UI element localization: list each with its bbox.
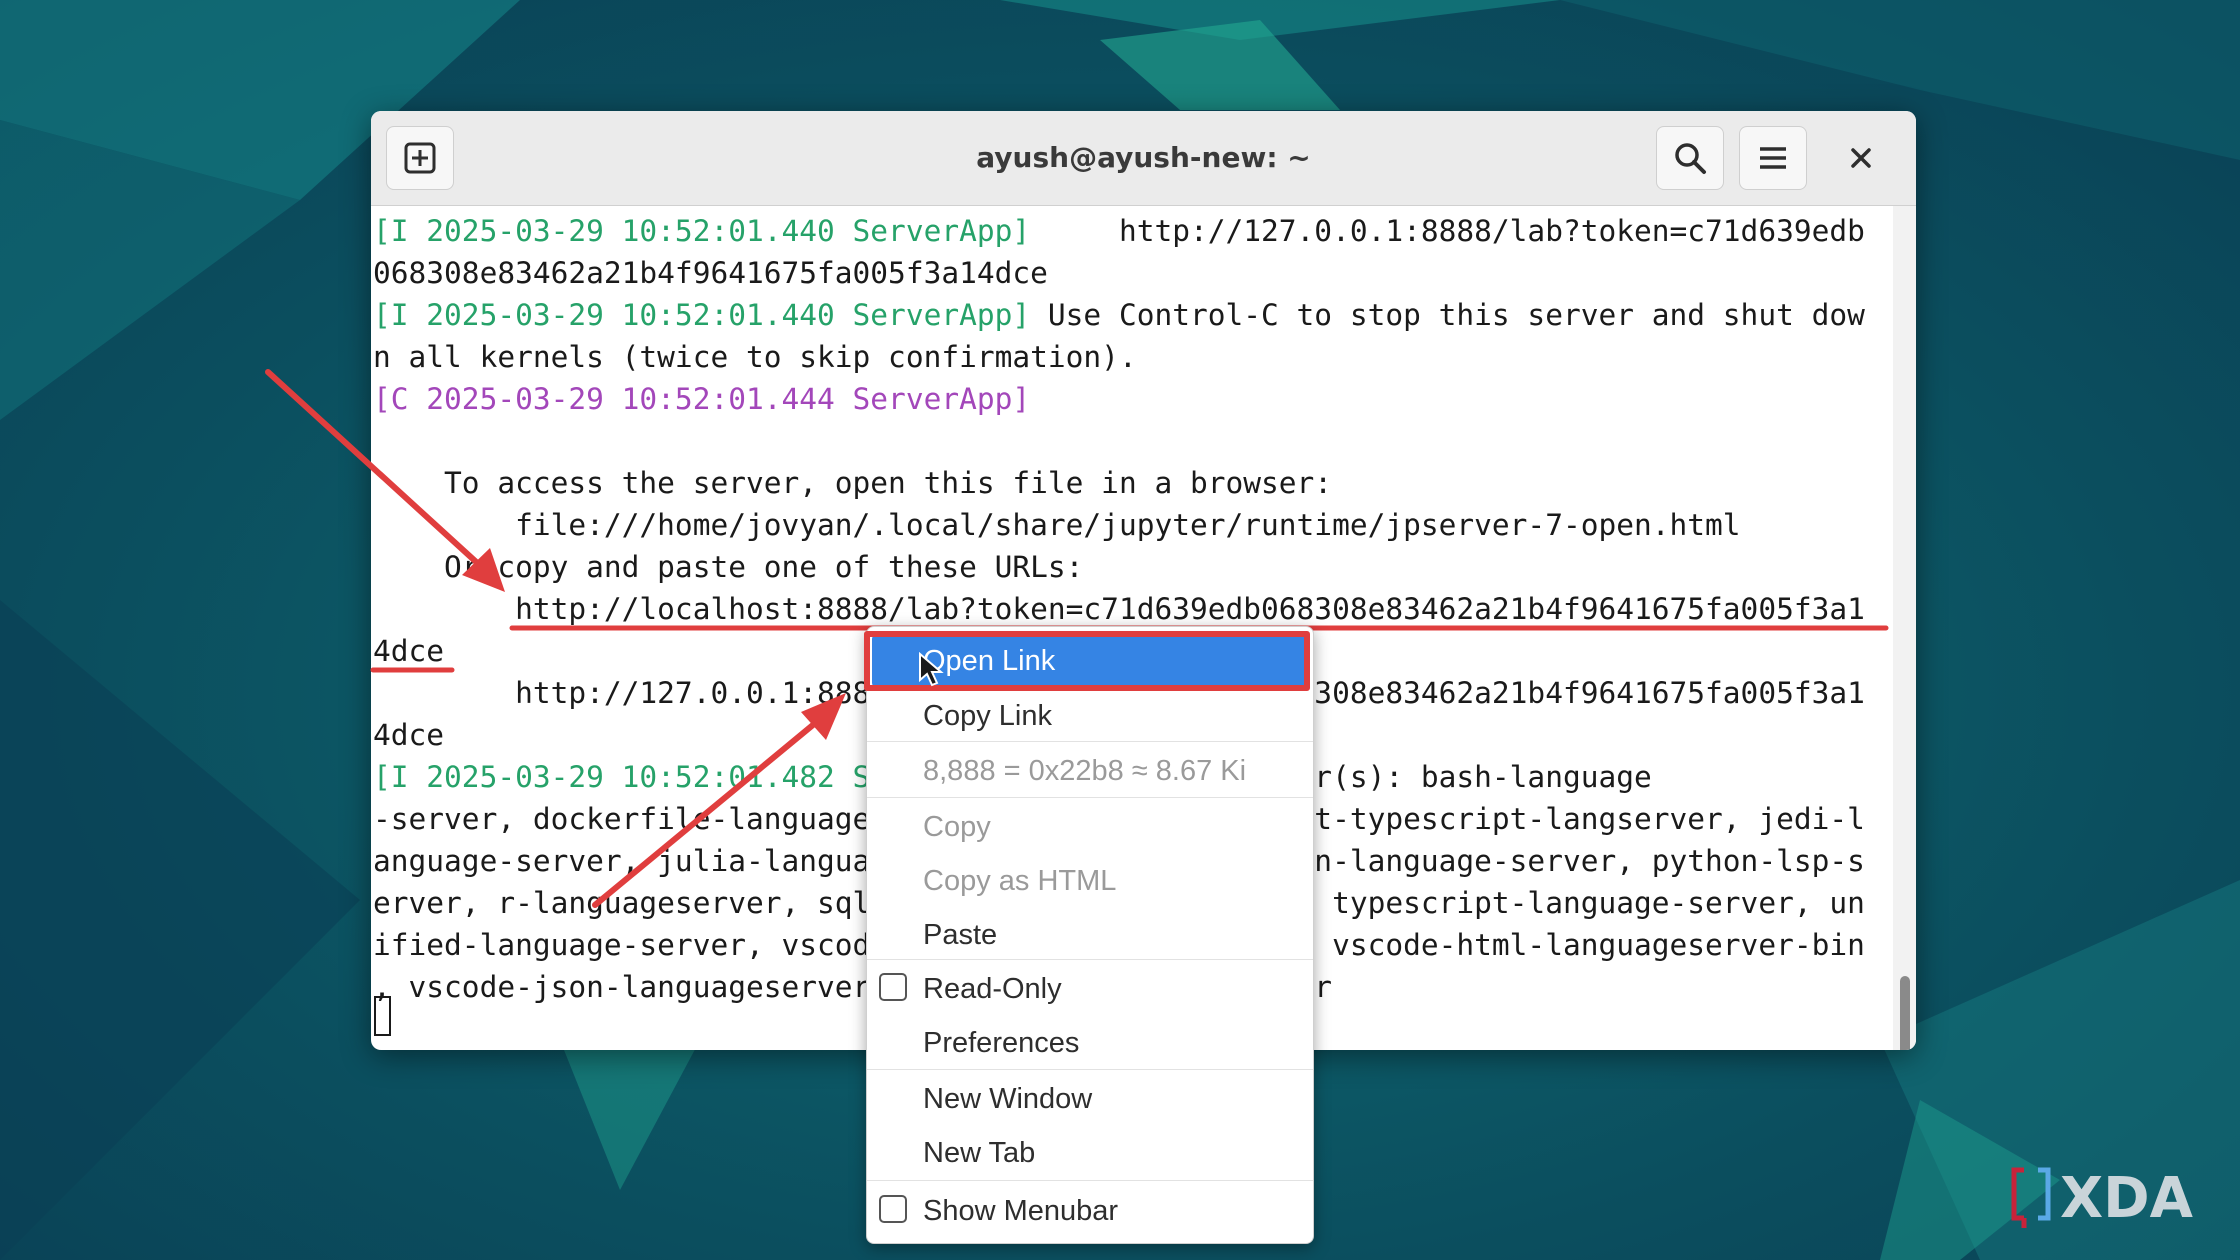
- terminal-line: To access the server, open this file in …: [373, 466, 1333, 500]
- terminal-line: [C 2025-03-29 10:52:01.444 ServerApp]: [373, 382, 1031, 416]
- menu-item-copy[interactable]: Copy: [923, 800, 991, 854]
- title-bar[interactable]: ayush@ayush-new: ~: [371, 111, 1916, 206]
- text-cursor: [374, 996, 391, 1036]
- menu-separator: [867, 741, 1313, 742]
- menu-item-copy-link[interactable]: Copy Link: [923, 689, 1052, 743]
- menu-separator: [867, 1069, 1313, 1070]
- search-button[interactable]: [1656, 126, 1724, 190]
- terminal-line: 068308e83462a21b4f9641675fa005f3a14dce: [373, 256, 1048, 290]
- localhost-url-line[interactable]: http://localhost:8888/lab?token=c71d639e…: [373, 588, 1865, 630]
- new-tab-button[interactable]: [386, 126, 454, 190]
- localhost-url-line-wrap[interactable]: 4dce: [373, 630, 444, 672]
- menu-item-new-tab[interactable]: New Tab: [923, 1126, 1035, 1180]
- show-menubar-checkbox[interactable]: [879, 1195, 907, 1223]
- menu-item-read-only[interactable]: Read-Only: [923, 962, 1062, 1016]
- scrollbar[interactable]: [1893, 206, 1916, 1050]
- terminal-line: [I 2025-03-29 10:52:01.440 ServerApp] ht…: [373, 214, 1865, 248]
- xda-logo: XDA: [2011, 1166, 2194, 1231]
- terminal-line: Or copy and paste one of these URLs:: [373, 550, 1084, 584]
- new-tab-icon: [404, 142, 436, 174]
- menu-separator: [867, 959, 1313, 960]
- search-icon: [1675, 143, 1706, 174]
- menu-button[interactable]: [1739, 126, 1807, 190]
- menu-item-preferences[interactable]: Preferences: [923, 1016, 1079, 1070]
- terminal-line: n all kernels (twice to skip confirmatio…: [373, 340, 1137, 374]
- context-menu: Open Link Copy Link 8,888 = 0x22b8 ≈ 8.6…: [866, 626, 1314, 1244]
- xda-logo-text: XDA: [2060, 1166, 2194, 1231]
- menu-item-copy-as-html[interactable]: Copy as HTML: [923, 854, 1116, 908]
- close-button[interactable]: [1831, 126, 1891, 190]
- menu-separator: [867, 797, 1313, 798]
- scrollbar-thumb[interactable]: [1900, 976, 1910, 1050]
- terminal-line: [I 2025-03-29 10:52:01.440 ServerApp] Us…: [373, 298, 1865, 332]
- read-only-checkbox[interactable]: [879, 973, 907, 1001]
- menu-item-new-window[interactable]: New Window: [923, 1072, 1092, 1126]
- menu-item-number-info: 8,888 = 0x22b8 ≈ 8.67 Ki: [923, 755, 1247, 787]
- menu-separator: [867, 1180, 1313, 1181]
- hamburger-menu-icon: [1760, 147, 1786, 169]
- menu-item-paste[interactable]: Paste: [923, 908, 997, 962]
- terminal-line: file:///home/jovyan/.local/share/jupyter…: [373, 508, 1741, 542]
- mouse-pointer-icon: [919, 652, 944, 687]
- menu-item-show-menubar[interactable]: Show Menubar: [923, 1184, 1118, 1238]
- close-icon: [1851, 148, 1871, 168]
- terminal-line: 4dce: [373, 718, 445, 752]
